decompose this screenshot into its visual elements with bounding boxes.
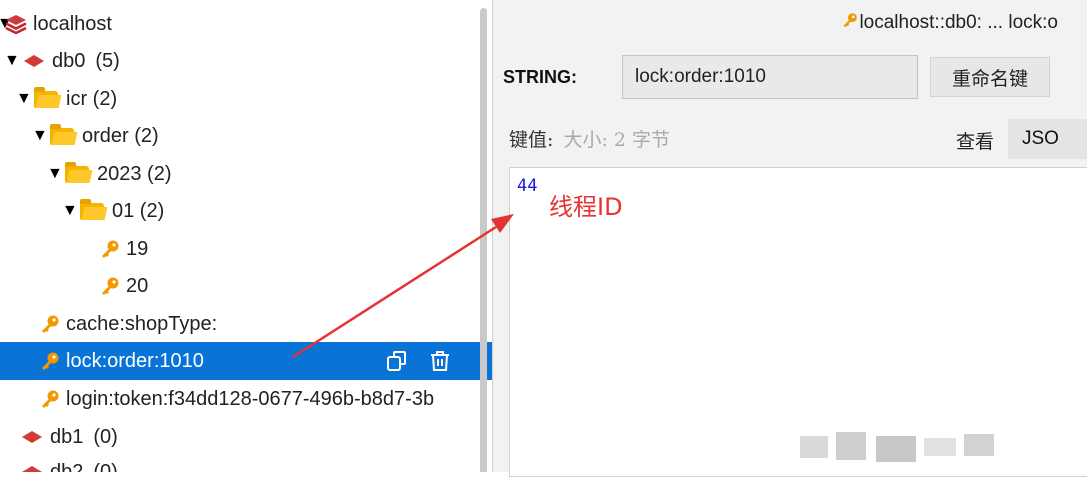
tree-node-label: db1 — [50, 425, 84, 448]
tree-node-folder-2023[interactable]: ▼ 2023 (2) — [47, 156, 172, 192]
tree-node-label: db0 — [52, 49, 86, 72]
tree-node-folder-order[interactable]: ▼ order (2) — [32, 118, 159, 154]
tree-node-label: cache:shopType: — [66, 312, 218, 335]
trash-icon[interactable] — [428, 349, 452, 379]
annotation-label: 线程ID — [549, 193, 623, 221]
tree-node-label: icr (2) — [66, 87, 118, 110]
copy-icon[interactable] — [385, 349, 409, 379]
database-icon — [22, 55, 46, 67]
tree-node-key-login[interactable]: login:token:f34dd128-0677-496b-b8d7-3b — [40, 381, 434, 417]
tree-node-db1[interactable]: db1 (0) — [20, 419, 118, 455]
tree-node-label: 19 — [126, 237, 149, 260]
rename-key-button[interactable]: 重命名键 — [930, 57, 1050, 97]
database-icon — [20, 431, 44, 443]
folder-open-icon — [80, 198, 104, 220]
tree-node-label: lock:order:1010 — [66, 349, 204, 372]
tree-node-folder-icr[interactable]: ▼ icr (2) — [16, 81, 117, 117]
database-icon — [20, 466, 44, 472]
tree-node-key-20[interactable]: 20 — [100, 268, 148, 304]
tree-node-key-19[interactable]: 19 — [100, 231, 148, 267]
folder-open-icon — [65, 161, 89, 183]
tree-node-label: localhost — [33, 12, 112, 35]
expand-triangle-icon[interactable]: ▼ — [16, 90, 34, 108]
tree-node-db0[interactable]: ▼ db0 (5) — [4, 43, 120, 79]
view-mode-select[interactable]: JSO — [1008, 119, 1087, 159]
tree-node-key-lock-selected[interactable]: lock:order:1010 — [0, 342, 492, 380]
breadcrumb: localhost::db0: ... lock:o — [842, 12, 1058, 34]
tree-node-label: order (2) — [82, 124, 159, 147]
value-text: 44 — [517, 176, 538, 196]
folder-open-icon — [34, 86, 58, 108]
tree-scrollbar[interactable] — [480, 8, 487, 472]
value-size: 大小: 2 字节 — [563, 129, 671, 151]
expand-triangle-icon[interactable]: ▼ — [4, 52, 22, 70]
tree-node-label: 01 (2) — [112, 199, 165, 222]
expand-triangle-icon[interactable]: ▼ — [32, 127, 50, 145]
key-detail-panel: localhost::db0: ... lock:o STRING: lock:… — [492, 0, 1087, 477]
key-tree-panel: ▼ localhost ▼ db0 (5) ▼ icr (2) ▼ order … — [0, 0, 492, 472]
key-icon — [100, 239, 120, 259]
key-name-field[interactable]: lock:order:1010 — [622, 55, 918, 99]
tree-node-key-cache[interactable]: cache:shopType: — [40, 306, 217, 342]
key-icon — [40, 314, 60, 334]
value-label: 键值: — [509, 129, 554, 151]
expand-triangle-icon[interactable]: ▼ — [47, 165, 65, 183]
breadcrumb-text: localhost::db0: ... lock:o — [859, 12, 1058, 33]
key-icon — [40, 351, 60, 371]
tree-node-localhost[interactable]: ▼ localhost — [0, 6, 112, 42]
tree-node-label: login:token:f34dd128-0677-496b-b8d7-3b — [66, 387, 435, 410]
key-icon — [100, 276, 120, 296]
tree-node-count: (5) — [95, 49, 120, 72]
tree-node-label: db2 — [50, 460, 84, 473]
view-label: 查看 — [956, 131, 995, 153]
folder-open-icon — [50, 123, 74, 145]
expand-triangle-icon[interactable]: ▼ — [62, 202, 80, 220]
tree-node-count: (0) — [93, 460, 118, 473]
value-header: 键值: 大小: 2 字节 — [509, 125, 670, 152]
key-icon — [40, 389, 60, 409]
tree-node-label: 20 — [126, 274, 149, 297]
key-icon — [842, 12, 858, 34]
tree-node-folder-01[interactable]: ▼ 01 (2) — [62, 193, 164, 229]
tree-node-count: (0) — [93, 425, 118, 448]
key-type-label: STRING: — [503, 67, 577, 87]
tree-node-label: 2023 (2) — [97, 162, 172, 185]
tree-node-db2[interactable]: db2 (0) — [20, 454, 118, 473]
server-stack-icon — [5, 14, 27, 35]
